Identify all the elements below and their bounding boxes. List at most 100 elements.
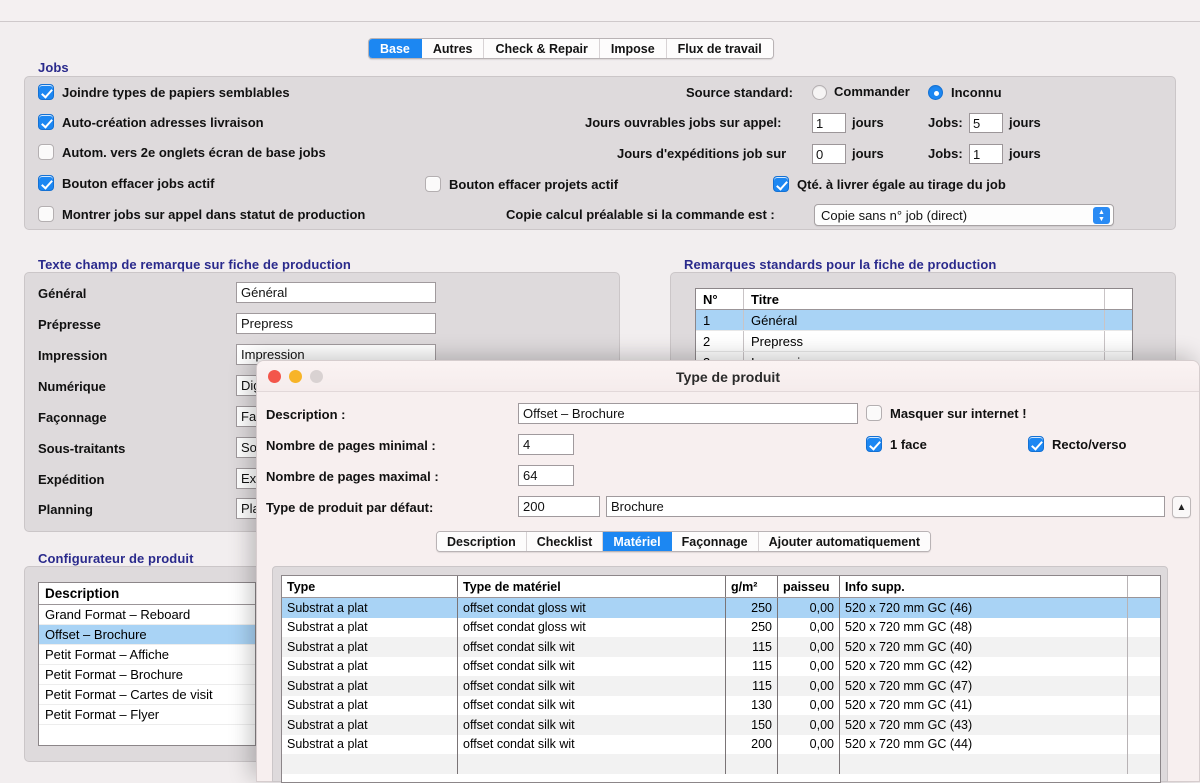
checkbox-1-face[interactable]: 1 face	[866, 436, 927, 452]
cell-gm2: 250	[726, 617, 778, 637]
cell-materiel: offset condat silk wit	[458, 676, 726, 696]
list-item[interactable]: Petit Format – Cartes de visit	[39, 685, 255, 705]
checkbox-box[interactable]	[38, 144, 54, 160]
list-item[interactable]: Offset – Brochure	[39, 625, 255, 645]
column-header-spacer	[1128, 576, 1160, 597]
label-impression: Impression	[38, 348, 108, 363]
default-type-name-input[interactable]	[606, 496, 1165, 517]
checkbox-masquer-sur-internet[interactable]: Masquer sur internet !	[866, 405, 1027, 421]
table-row[interactable]: Substrat a plat offset condat gloss wit …	[282, 598, 1160, 618]
cell-spacer	[1128, 676, 1160, 696]
default-type-code-input[interactable]	[518, 496, 600, 517]
table-row[interactable]: Substrat a plat offset condat silk wit 1…	[282, 637, 1160, 657]
table-header-row: Type Type de matériel g/m² paisseu Info …	[282, 576, 1160, 598]
checkbox-box[interactable]	[38, 206, 54, 222]
list-item[interactable]: Petit Format – Flyer	[39, 705, 255, 725]
checkbox-box[interactable]	[38, 114, 54, 130]
tab-impose[interactable]: Impose	[599, 39, 667, 58]
checkbox-box[interactable]	[1028, 436, 1044, 452]
cell-type: Substrat a plat	[282, 676, 458, 696]
cell-gm2: 115	[726, 656, 778, 676]
radio-button[interactable]	[812, 85, 827, 100]
checkbox-box[interactable]	[866, 405, 882, 421]
tab-description[interactable]: Description	[437, 532, 527, 551]
main-tab-bar[interactable]: Base Autres Check & Repair Impose Flux d…	[368, 38, 774, 59]
jours-expeditions-label: Jours d'expéditions job sur	[617, 146, 787, 161]
configurateur-list[interactable]: Description Grand Format – Reboard Offse…	[38, 582, 256, 746]
list-item[interactable]: Petit Format – Brochure	[39, 665, 255, 685]
copie-calcul-select[interactable]: Copie sans n° job (direct) ▲ ▼	[814, 204, 1114, 226]
materiel-table[interactable]: Type Type de matériel g/m² paisseu Info …	[281, 575, 1161, 783]
table-row[interactable]: Substrat a plat offset condat silk wit 1…	[282, 715, 1160, 735]
jobs-appel-input[interactable]	[969, 113, 1003, 133]
label-sous-traitants: Sous-traitants	[38, 441, 126, 456]
cell-spacer	[1128, 735, 1160, 755]
table-row[interactable]: Substrat a plat offset condat silk wit 1…	[282, 695, 1160, 715]
checkbox-joindre-types-papiers[interactable]: Joindre types de papiers semblables	[38, 84, 290, 100]
cell-spacer	[1128, 637, 1160, 657]
checkbox-recto-verso[interactable]: Recto/verso	[1028, 436, 1126, 452]
table-row[interactable]: 2 Prepress	[696, 331, 1132, 352]
chevron-up-icon[interactable]: ▲	[1172, 496, 1191, 518]
jobs-expedition-unit: jours	[1009, 146, 1041, 161]
field-general[interactable]	[236, 282, 436, 303]
tab-faconnage[interactable]: Façonnage	[671, 532, 759, 551]
jours-expeditions-input[interactable]	[812, 144, 846, 164]
label-expedition: Expédition	[38, 472, 105, 487]
min-pages-label: Nombre de pages minimal :	[266, 438, 436, 453]
cell-gm2: 200	[726, 734, 778, 754]
tab-materiel[interactable]: Matériel	[603, 532, 672, 551]
radio-commander[interactable]: Commander	[812, 84, 910, 100]
tab-checklist[interactable]: Checklist	[526, 532, 604, 551]
tab-autres[interactable]: Autres	[421, 39, 485, 58]
copie-calcul-label: Copie calcul préalable si la commande es…	[506, 207, 775, 222]
column-header-type-materiel: Type de matériel	[458, 576, 726, 597]
checkbox-bouton-effacer-projets[interactable]: Bouton effacer projets actif	[425, 176, 618, 192]
checkbox-box[interactable]	[425, 176, 441, 192]
checkbox-box[interactable]	[38, 175, 54, 191]
checkbox-box[interactable]	[38, 84, 54, 100]
jours-ouvrables-input[interactable]	[812, 113, 846, 133]
list-item[interactable]: Grand Format – Reboard	[39, 605, 255, 625]
table-row[interactable]: Substrat a plat offset condat silk wit 1…	[282, 676, 1160, 696]
max-pages-input[interactable]	[518, 465, 574, 486]
checkbox-box[interactable]	[773, 176, 789, 192]
cell-spacer	[1104, 310, 1132, 330]
tab-flux-de-travail[interactable]: Flux de travail	[666, 39, 773, 58]
default-type-label: Type de produit par défaut:	[266, 500, 434, 515]
label-faconnage: Façonnage	[38, 410, 107, 425]
tab-base[interactable]: Base	[369, 39, 422, 58]
radio-inconnu[interactable]: Inconnu	[928, 85, 1002, 100]
min-pages-input[interactable]	[518, 434, 574, 455]
list-item[interactable]: Petit Format – Affiche	[39, 645, 255, 665]
label-prepresse: Prépresse	[38, 317, 101, 332]
table-row[interactable]: Substrat a plat offset condat silk wit 1…	[282, 656, 1160, 676]
checkbox-autom-2e-onglets[interactable]: Autom. vers 2e onglets écran de base job…	[38, 144, 326, 160]
jobs-appel-unit: jours	[1009, 115, 1041, 130]
checkbox-qte-a-livrer[interactable]: Qté. à livrer égale au tirage du job	[773, 176, 1006, 192]
table-row[interactable]: Substrat a plat offset condat gloss wit …	[282, 617, 1160, 637]
remarques-table[interactable]: N° Titre 1 Général 2 Prepress 3 Impressi…	[695, 288, 1133, 366]
cell-epaisseur: 0,00	[778, 676, 840, 696]
chevron-updown-icon[interactable]: ▲ ▼	[1093, 207, 1110, 224]
table-row-empty[interactable]	[282, 754, 1160, 774]
cell-info: 520 x 720 mm GC (42)	[840, 656, 1128, 676]
radio-button[interactable]	[928, 85, 943, 100]
table-row[interactable]: Substrat a plat offset condat silk wit 2…	[282, 734, 1160, 755]
column-header-epaisseur: paisseu	[778, 576, 840, 597]
checkbox-bouton-effacer-jobs[interactable]: Bouton effacer jobs actif	[38, 175, 214, 191]
tab-check-repair[interactable]: Check & Repair	[484, 39, 600, 58]
cell-spacer	[1128, 598, 1160, 618]
dialog-tab-bar[interactable]: Description Checklist Matériel Façonnage…	[436, 531, 932, 552]
description-input[interactable]	[518, 403, 858, 424]
table-row[interactable]: 1 Général	[696, 310, 1132, 331]
checkbox-auto-creation-adresses[interactable]: Auto-création adresses livraison	[38, 114, 264, 130]
dialog-titlebar[interactable]: Type de produit	[257, 361, 1199, 392]
max-pages-label: Nombre de pages maximal :	[266, 469, 439, 484]
checkbox-box[interactable]	[866, 436, 882, 452]
tab-ajouter-automatiquement[interactable]: Ajouter automatiquement	[758, 532, 931, 551]
checkbox-montrer-jobs-sur-appel[interactable]: Montrer jobs sur appel dans statut de pr…	[38, 206, 365, 222]
cell-info: 520 x 720 mm GC (48)	[840, 617, 1128, 637]
jobs-expedition-input[interactable]	[969, 144, 1003, 164]
field-prepresse[interactable]	[236, 313, 436, 334]
